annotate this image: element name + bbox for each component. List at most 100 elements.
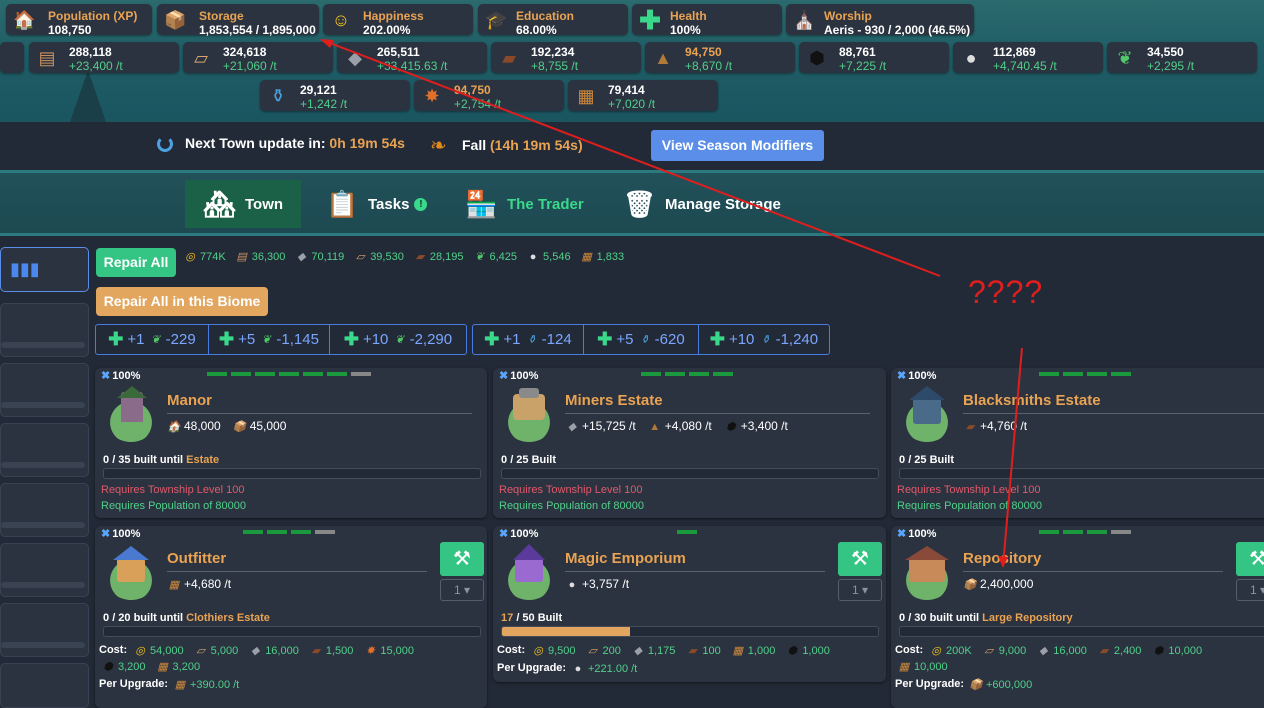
smiley-icon: ☺ [331,10,351,30]
sidebar-biome-2[interactable] [0,363,89,417]
repair-tools-icon: ✖ [499,370,509,382]
health-herb-plus10-button[interactable]: ✚ +10 ❦ -2,290 [330,325,466,354]
trash-bin-icon: 🗑 [623,188,657,219]
herb-icon: ❦ [151,333,161,346]
cloth-bundle-icon: ▦ [157,661,168,673]
hammer-icon: ⚒ [1249,548,1264,570]
cloth-bundle-icon: ▦ [168,578,180,591]
next-update-text: Next Town update in: 0h 19m 54s [185,135,405,151]
house-icon: 🏠 [167,420,181,433]
potion-icon: ⚱ [527,333,537,346]
repair-all-button[interactable]: Repair All [96,248,176,277]
resource-stone[interactable]: ◆ 265,511 +33,415.63 /t [337,42,487,73]
bar-chart-icon: ▮▮▮ [10,259,40,279]
sidebar-biome-4[interactable] [0,483,89,537]
magic-emporium-building-icon [501,544,557,600]
potion-icon: ⚱ [640,333,650,346]
health-cross-icon: ✚ [343,329,359,349]
cloth-bundle-icon: ▦ [577,86,595,106]
pearl-icon: ● [965,48,977,68]
build-progress-bar [103,626,481,637]
plank-icon: ▱ [984,645,993,657]
plank-icon: ▱ [355,251,365,263]
upgrade-level-bar [243,530,339,534]
herb-icon: ❦ [261,333,272,346]
stat-storage[interactable]: 📦 Storage 1,853,554 / 1,895,000 [157,4,319,37]
health-cross-icon: ✚ [219,329,235,349]
resource-partial [0,42,24,73]
tab-manage-storage[interactable]: 🗑 Manage Storage [623,180,781,228]
iron-bar-icon: ▰ [311,645,321,657]
resource-cloth[interactable]: ▦ 79,414 +7,020 /t [568,80,718,111]
resource-logs[interactable]: ▤ 288,118 +23,400 /t [29,42,179,73]
stone-icon: ◆ [1039,645,1048,657]
plank-icon: ▱ [588,645,597,657]
upgrade-level-bar [641,372,737,376]
resource-iron-bar[interactable]: ▰ 192,234 +8,755 /t [491,42,641,73]
cloth-bundle-icon: ▦ [174,679,186,691]
manor-building-icon [103,386,159,442]
stat-education[interactable]: 🎓 Education 68.00% [478,4,628,37]
tab-trader[interactable]: 🏪 The Trader [465,180,584,228]
repair-tools-icon: ✖ [101,528,111,540]
resource-coal[interactable]: ⬢ 88,761 +7,225 /t [799,42,949,73]
health-herb-plus1-button[interactable]: ✚ +1 ❦ -229 [96,325,209,354]
resource-leather[interactable]: ✸ 94,750 +2,754 /t [414,80,564,111]
build-quantity-select[interactable]: 1 ▾ [1236,579,1264,601]
build-progress-bar [899,626,1264,637]
health-potion-plus10-button[interactable]: ✚ +10 ⚱ -1,240 [699,325,829,354]
leather-icon: ✸ [424,86,440,106]
resource-planks[interactable]: ▱ 324,618 +21,060 /t [183,42,333,73]
sidebar-biome-7[interactable] [0,663,89,708]
cloth-bundle-icon: ▦ [898,661,910,673]
sidebar-biome-1[interactable] [0,303,89,357]
herb-icon: ❦ [474,251,485,263]
resource-herb[interactable]: ❦ 34,550 +2,295 /t [1107,42,1257,73]
health-herb-plus5-button[interactable]: ✚ +5 ❦ -1,145 [209,325,330,354]
build-progress-bar [501,468,879,479]
gold-coins-icon: ◎ [135,645,145,657]
health-potion-plus1-button[interactable]: ✚ +1 ⚱ -124 [473,325,584,354]
build-hammer-button[interactable]: ⚒ [440,542,484,576]
sidebar-biome-3[interactable] [0,423,89,477]
resource-potion[interactable]: ⚱ 29,121 +1,242 /t [260,80,410,111]
herb-icon: ❦ [1117,48,1133,68]
plank-icon: ▱ [194,48,208,68]
upgrade-level-bar [207,372,375,376]
stat-worship[interactable]: ⛪ Worship Aeris - 930 / 2,000 (46.5%) [786,4,974,37]
herb-icon: ❦ [394,333,405,346]
stat-population[interactable]: 🏠 Population (XP) 108,750 [6,4,152,37]
cloth-bundle-icon: ▦ [581,251,592,263]
leather-icon: ✸ [365,645,375,657]
tab-town[interactable]: 🏘 Town [185,180,301,228]
build-hammer-button[interactable]: ⚒ [838,542,882,576]
build-quantity-select[interactable]: 1 ▾ [440,579,484,601]
sidebar-biome-5[interactable] [0,543,89,597]
build-quantity-select[interactable]: 1 ▾ [838,579,882,601]
health-cross-icon: ✚ [709,329,725,349]
loading-spinner-icon [157,136,173,152]
town-house-icon: 🏘 [203,188,237,219]
resource-pearl[interactable]: ● 112,869 +4,740.45 /t [953,42,1103,73]
health-cross-icon: ✚ [597,329,613,349]
iron-bar-icon: ▰ [415,251,425,263]
stat-health[interactable]: ✚ Health 100% [632,4,782,37]
health-potion-plus5-button[interactable]: ✚ +5 ⚱ -620 [584,325,699,354]
build-hammer-button[interactable]: ⚒ [1236,542,1264,576]
iron-bar-icon: ▰ [502,48,516,68]
sidebar-biome-6[interactable] [0,603,89,657]
market-stall-icon: 🏪 [465,188,498,219]
coal-icon: ⬢ [809,48,825,68]
coal-icon: ⬢ [787,645,798,657]
build-progress-bar [103,468,481,479]
repair-all-biome-button[interactable]: Repair All in this Biome [96,287,268,316]
tab-tasks[interactable]: 📋 Tasks! [326,180,428,228]
upgrade-level-bar [1039,530,1135,534]
view-season-modifiers-button[interactable]: View Season Modifiers [651,130,824,161]
potion-icon: ⚱ [760,333,771,346]
stat-happiness[interactable]: ☺ Happiness 202.00% [323,4,473,37]
resource-ore-pile[interactable]: ▲ 94,750 +8,670 /t [645,42,795,73]
pearl-icon: ● [568,578,576,591]
coal-icon: ⬢ [725,420,736,433]
graduation-cap-icon: 🎓 [485,10,508,30]
